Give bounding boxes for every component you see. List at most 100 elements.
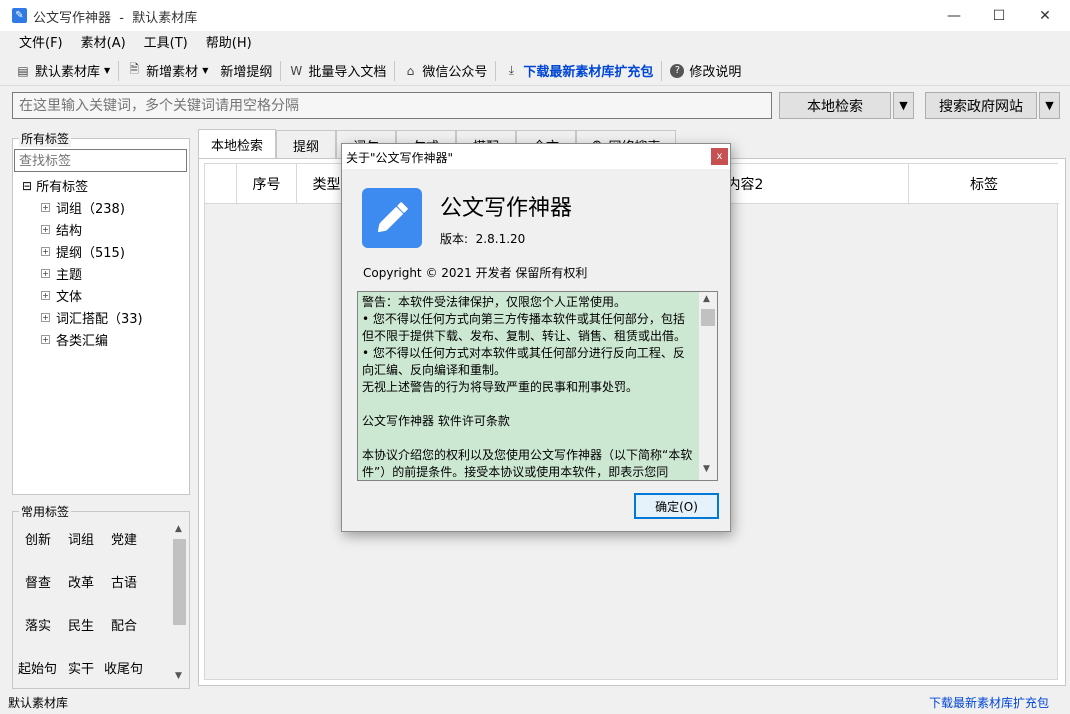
expand-icon: + bbox=[41, 335, 50, 344]
batch-import-label: 批量导入文档 bbox=[308, 65, 387, 80]
tree-root-label: 所有标签 bbox=[36, 180, 89, 195]
license-text: 警告：本软件受法律保护，仅限您个人正常使用。 • 您不得以任何方式向第三方传播本… bbox=[358, 292, 699, 480]
expand-icon: + bbox=[41, 269, 50, 278]
all-tags-title: 所有标签 bbox=[19, 130, 72, 147]
close-button[interactable]: ✕ bbox=[1022, 0, 1068, 31]
ok-button[interactable]: 确定(O) bbox=[634, 493, 719, 519]
gov-search-dropdown[interactable]: ▼ bbox=[1039, 92, 1060, 119]
scrollbar-thumb[interactable] bbox=[701, 309, 715, 326]
toolbar-separator bbox=[280, 60, 282, 81]
tree-item[interactable]: + 主题 bbox=[41, 264, 82, 283]
add-outline-label: 新增提纲 bbox=[220, 65, 273, 80]
toolbar-separator bbox=[118, 60, 120, 81]
common-tags-scrollbar[interactable]: ▲ ▼ bbox=[171, 521, 188, 687]
search-row: 本地检索 ▼ 搜索政府网站 ▼ bbox=[0, 88, 1070, 124]
add-material-label: 新增素材 bbox=[146, 65, 199, 80]
menu-file[interactable]: 文件(F) bbox=[0, 31, 72, 56]
tab-local-search[interactable]: 本地检索 bbox=[198, 129, 276, 159]
dialog-version: 版本: 2.8.1.20 bbox=[440, 232, 526, 246]
common-tag[interactable]: 实干 bbox=[68, 658, 94, 677]
column-header-tags[interactable]: 标签 bbox=[909, 164, 1059, 204]
dialog-copyright: Copyright © 2021 开发者 保留所有权利 bbox=[363, 266, 588, 280]
add-outline-button[interactable]: 新增提纲 bbox=[214, 57, 278, 85]
download-pack-button[interactable]: ⤓ 下载最新素材库扩充包 bbox=[498, 57, 659, 85]
tree-item-label: 各类汇编 bbox=[56, 334, 109, 349]
license-line: 公文写作神器 软件许可条款 bbox=[362, 414, 510, 428]
toolbar-separator bbox=[661, 60, 663, 81]
tree-item[interactable]: + 提纲（515) bbox=[41, 242, 125, 261]
tree-item[interactable]: + 文体 bbox=[41, 286, 82, 305]
maximize-button[interactable]: ☐ bbox=[976, 0, 1022, 31]
menu-help[interactable]: 帮助(H) bbox=[197, 31, 261, 56]
row-selector-header bbox=[205, 164, 237, 204]
keyword-search-input[interactable] bbox=[12, 92, 772, 119]
batch-import-button[interactable]: W 批量导入文档 bbox=[283, 57, 392, 85]
common-tag[interactable]: 起始句 bbox=[18, 658, 57, 677]
wechat-label: 微信公众号 bbox=[422, 65, 488, 80]
changelog-button[interactable]: ? 修改说明 bbox=[664, 57, 747, 85]
column-header-content2-label: 内容2 bbox=[726, 177, 764, 193]
expand-icon: + bbox=[41, 225, 50, 234]
common-tag[interactable]: 古语 bbox=[111, 572, 137, 591]
toolbar: ▤ 默认素材库 ▼ 🗎 新增素材 ▼ 新增提纲 W 批量导入文档 ⌂ 微信公众号… bbox=[0, 56, 1070, 86]
chevron-down-icon: ▼ bbox=[104, 66, 111, 75]
download-icon: ⤓ bbox=[508, 63, 515, 77]
common-tag[interactable]: 落实 bbox=[25, 615, 51, 634]
changelog-label: 修改说明 bbox=[689, 65, 742, 80]
minimize-button[interactable]: — bbox=[931, 0, 977, 31]
license-textbox[interactable]: 警告：本软件受法律保护，仅限您个人正常使用。 • 您不得以任何方式向第三方传播本… bbox=[357, 291, 718, 481]
menu-tools[interactable]: 工具(T) bbox=[135, 31, 197, 56]
app-icon: ✎ bbox=[12, 8, 27, 23]
tree-item-label: 结构 bbox=[56, 224, 83, 239]
tree-item-label: 提纲（515) bbox=[56, 246, 125, 261]
scroll-down-icon[interactable]: ▼ bbox=[175, 671, 182, 681]
scroll-down-icon[interactable]: ▼ bbox=[703, 464, 710, 474]
common-tag[interactable]: 收尾句 bbox=[104, 658, 143, 677]
status-download-link[interactable]: 下载最新素材库扩充包 bbox=[929, 694, 1049, 711]
app-logo-icon bbox=[362, 188, 422, 248]
wechat-button[interactable]: ⌂ 微信公众号 bbox=[397, 57, 493, 85]
dialog-close-button[interactable]: x bbox=[711, 148, 728, 165]
common-tag[interactable]: 创新 bbox=[25, 529, 51, 548]
collapse-icon: ⊟ bbox=[22, 178, 33, 193]
license-scrollbar[interactable]: ▲ ▼ bbox=[699, 292, 717, 480]
scroll-up-icon[interactable]: ▲ bbox=[175, 524, 182, 534]
tree-item[interactable]: + 词汇搭配（33) bbox=[41, 308, 143, 327]
menu-material[interactable]: 素材(A) bbox=[72, 31, 135, 56]
local-search-button[interactable]: 本地检索 bbox=[779, 92, 891, 119]
download-pack-label: 下载最新素材库扩充包 bbox=[523, 65, 654, 80]
tree-root[interactable]: ⊟ 所有标签 bbox=[22, 176, 89, 196]
expand-icon: + bbox=[41, 247, 50, 256]
common-tag[interactable]: 党建 bbox=[111, 529, 137, 548]
common-tag[interactable]: 改革 bbox=[68, 572, 94, 591]
tree-item[interactable]: + 结构 bbox=[41, 220, 82, 239]
tree-item-label: 文体 bbox=[56, 290, 83, 305]
window-title: 公文写作神器 - 默认素材库 bbox=[33, 11, 198, 26]
default-library-button[interactable]: ▤ 默认素材库 ▼ bbox=[0, 57, 116, 85]
tab-outline[interactable]: 提纲 bbox=[276, 130, 336, 159]
dialog-app-name: 公文写作神器 bbox=[440, 196, 573, 221]
scrollbar-thumb[interactable] bbox=[173, 539, 186, 625]
toolbar-separator bbox=[394, 60, 396, 81]
common-tag[interactable]: 督查 bbox=[25, 572, 51, 591]
gov-search-button[interactable]: 搜索政府网站 bbox=[925, 92, 1037, 119]
local-search-dropdown[interactable]: ▼ bbox=[893, 92, 914, 119]
expand-icon: + bbox=[41, 291, 50, 300]
license-line bbox=[362, 430, 695, 447]
expand-icon: + bbox=[41, 203, 50, 212]
tag-search-input[interactable] bbox=[14, 149, 187, 172]
common-tag[interactable]: 词组 bbox=[68, 529, 94, 548]
license-line: 无视上述警告的行为将导致严重的民事和刑事处罚。 bbox=[362, 380, 639, 394]
common-tag[interactable]: 民生 bbox=[68, 615, 94, 634]
common-tag[interactable]: 配合 bbox=[111, 615, 137, 634]
tree-item-label: 主题 bbox=[56, 268, 83, 283]
tree-item[interactable]: + 词组（238) bbox=[41, 198, 125, 217]
common-tags-list: 创新 词组 党建 督查 改革 古语 落实 民生 配合 起始句 实干 收尾句 bbox=[14, 517, 173, 685]
license-line: 警告：本软件受法律保护，仅限您个人正常使用。 bbox=[362, 295, 627, 309]
tree-item-label: 词组（238) bbox=[56, 202, 125, 217]
add-material-button[interactable]: 🗎 新增素材 ▼ bbox=[121, 57, 214, 85]
column-header-index[interactable]: 序号 bbox=[237, 164, 297, 204]
scroll-up-icon[interactable]: ▲ bbox=[703, 294, 710, 304]
tree-item[interactable]: + 各类汇编 bbox=[41, 330, 108, 349]
status-library: 默认素材库 bbox=[8, 696, 69, 710]
